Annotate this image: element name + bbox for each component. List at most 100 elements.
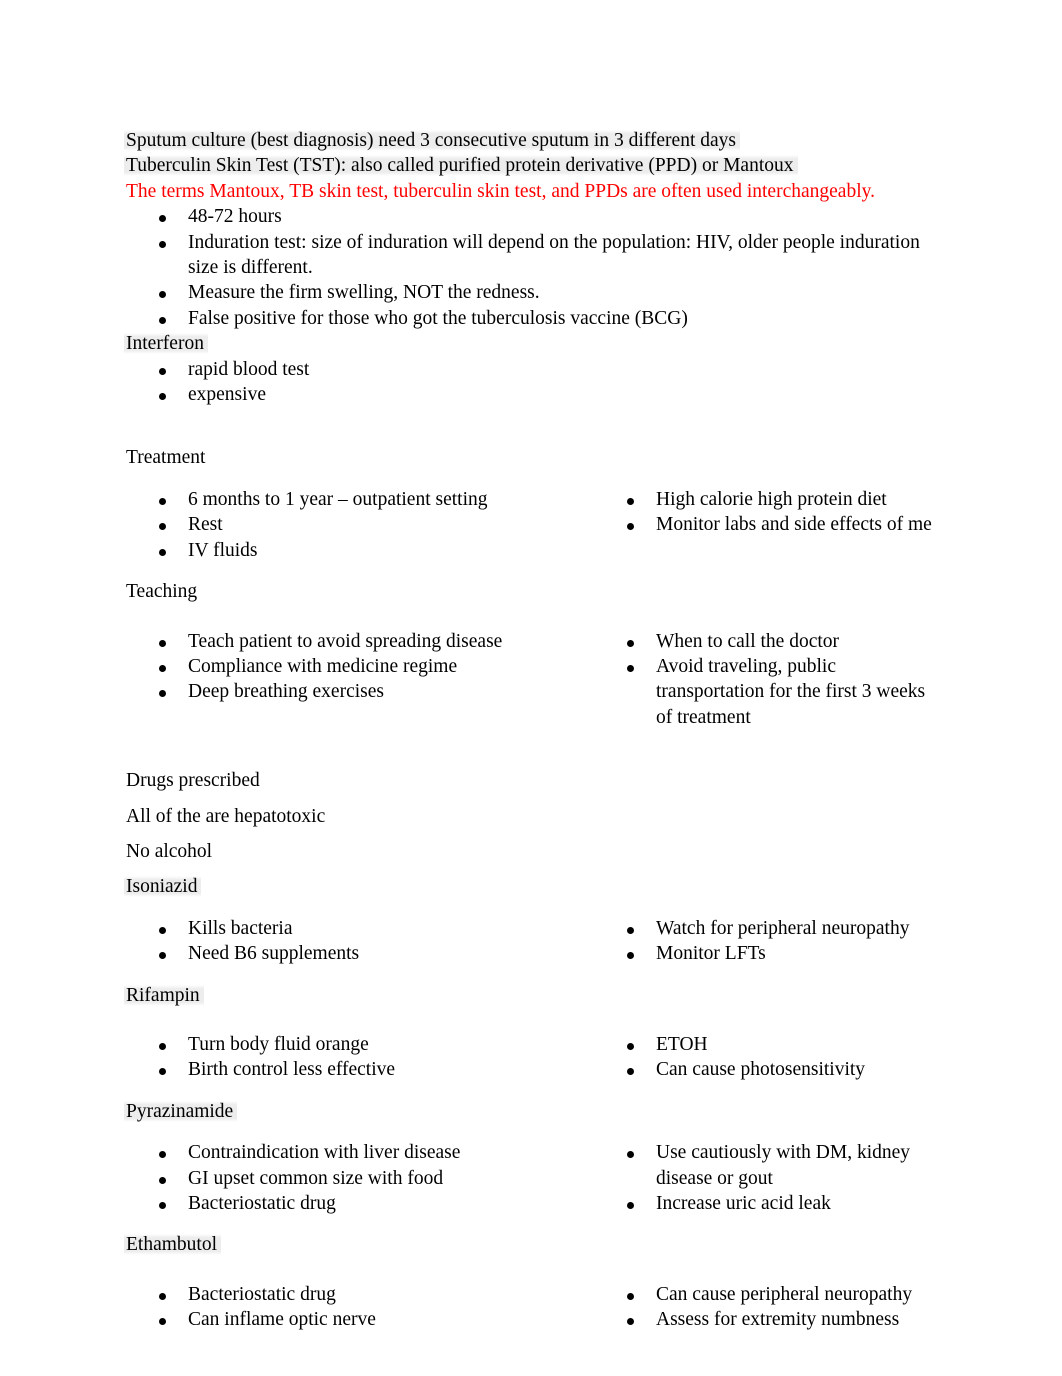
list-item: Can cause photosensitivity xyxy=(598,1057,936,1082)
list-item: 6 months to 1 year – outpatient setting xyxy=(126,487,598,512)
intro-line-tuberculin-skin-test: Tuberculin Skin Test (TST): also called … xyxy=(124,153,936,178)
list-item: Kills bacteria xyxy=(126,916,598,941)
list-item: GI upset common size with food xyxy=(126,1166,598,1191)
list-item: Avoid traveling, public transportation f… xyxy=(598,654,936,730)
list-item: Use cautiously with DM, kidney disease o… xyxy=(598,1140,936,1191)
tst-bullet-0: 48-72 hours xyxy=(188,206,282,228)
teaching-column-left: Teach patient to avoid spreading disease… xyxy=(126,629,598,705)
treatment-left-bullet-list: 6 months to 1 year – outpatient setting … xyxy=(126,487,598,563)
heading-drug-rifampin: Rifampin xyxy=(124,983,936,1008)
heading-treatment: Treatment xyxy=(126,447,206,469)
pyrazinamide-column-left: Contraindication with liver disease GI u… xyxy=(126,1140,598,1216)
list-item: IV fluids xyxy=(126,538,598,563)
heading-drug-ethambutol: Ethambutol xyxy=(124,1232,936,1257)
treatment-left-bullet-1: Rest xyxy=(188,514,223,536)
pyrazinamide-right-bullet-0: Use cautiously with DM, kidney disease o… xyxy=(656,1142,911,1189)
list-item: Measure the firm swelling, NOT the redne… xyxy=(126,280,936,305)
list-item: Bacteriostatic drug xyxy=(126,1282,598,1307)
isoniazid-left-bullet-list: Kills bacteria Need B6 supplements xyxy=(126,916,598,967)
tst-bullet-2: Measure the firm swelling, NOT the redne… xyxy=(188,282,540,304)
treatment-right-bullet-1: Monitor labs and side effects of me xyxy=(656,514,932,536)
list-item: Monitor labs and side effects of me xyxy=(598,512,936,537)
intro-line-mantoux-note: The terms Mantoux, TB skin test, tubercu… xyxy=(126,180,875,202)
teaching-column-right: When to call the doctor Avoid traveling,… xyxy=(598,629,936,731)
rifampin-columns: Turn body fluid orange Birth control les… xyxy=(126,1032,936,1083)
teaching-right-bullet-list: When to call the doctor Avoid traveling,… xyxy=(598,629,936,731)
list-item: Can inflame optic nerve xyxy=(126,1307,598,1332)
list-item: expensive xyxy=(126,382,936,407)
intro-paragraph-block: Sputum culture (best diagnosis) need 3 c… xyxy=(124,128,936,204)
heading-drug-isoniazid: Isoniazid xyxy=(124,874,936,899)
list-item: Compliance with medicine regime xyxy=(126,654,598,679)
tst-bullet-1: Induration test: size of induration will… xyxy=(188,231,920,279)
teaching-left-bullet-list: Teach patient to avoid spreading disease… xyxy=(126,629,598,705)
ethambutol-right-bullet-list: Can cause peripheral neuropathy Assess f… xyxy=(598,1282,936,1333)
list-item: False positive for those who got the tub… xyxy=(126,306,936,331)
interferon-bullet-0: rapid blood test xyxy=(188,358,310,380)
treatment-left-bullet-2: IV fluids xyxy=(188,539,258,561)
list-item: Assess for extremity numbness xyxy=(598,1307,936,1332)
pyrazinamide-right-bullet-list: Use cautiously with DM, kidney disease o… xyxy=(598,1140,936,1216)
teaching-left-bullet-1: Compliance with medicine regime xyxy=(188,655,458,677)
isoniazid-left-bullet-0: Kills bacteria xyxy=(188,917,293,939)
heading-drug-rifampin-text: Rifampin xyxy=(124,984,204,1006)
heading-drug-pyrazinamide-text: Pyrazinamide xyxy=(124,1100,238,1122)
intro-line-tuberculin-skin-test-text: Tuberculin Skin Test (TST): also called … xyxy=(124,155,798,177)
ethambutol-right-bullet-1: Assess for extremity numbness xyxy=(656,1309,900,1331)
pyrazinamide-column-right: Use cautiously with DM, kidney disease o… xyxy=(598,1140,936,1216)
list-item: Induration test: size of induration will… xyxy=(126,230,936,281)
isoniazid-columns: Kills bacteria Need B6 supplements Watch… xyxy=(126,916,936,967)
isoniazid-column-right: Watch for peripheral neuropathy Monitor … xyxy=(598,916,936,967)
list-item: Can cause peripheral neuropathy xyxy=(598,1282,936,1307)
heading-drug-isoniazid-text: Isoniazid xyxy=(124,876,202,898)
ethambutol-column-right: Can cause peripheral neuropathy Assess f… xyxy=(598,1282,936,1333)
list-item: Need B6 supplements xyxy=(126,941,598,966)
treatment-left-bullet-0: 6 months to 1 year – outpatient setting xyxy=(188,488,488,510)
rifampin-left-bullet-list: Turn body fluid orange Birth control les… xyxy=(126,1032,598,1083)
teaching-right-bullet-1: Avoid traveling, public transportation f… xyxy=(656,655,926,728)
note-no-alcohol: No alcohol xyxy=(126,840,213,862)
document-body: Sputum culture (best diagnosis) need 3 c… xyxy=(124,128,936,1333)
ethambutol-column-left: Bacteriostatic drug Can inflame optic ne… xyxy=(126,1282,598,1333)
teaching-left-bullet-0: Teach patient to avoid spreading disease xyxy=(188,630,503,652)
list-item: Rest xyxy=(126,512,598,537)
pyrazinamide-left-bullet-2: Bacteriostatic drug xyxy=(188,1193,336,1214)
interferon-bullet-list: rapid blood test expensive xyxy=(126,357,936,408)
list-item: Watch for peripheral neuropathy xyxy=(598,916,936,941)
list-item: Teach patient to avoid spreading disease xyxy=(126,629,598,654)
interferon-bullet-1: expensive xyxy=(188,384,266,406)
rifampin-right-bullet-list: ETOH Can cause photosensitivity xyxy=(598,1032,936,1083)
pyrazinamide-left-bullet-1: GI upset common size with food xyxy=(188,1167,444,1189)
rifampin-column-right: ETOH Can cause photosensitivity xyxy=(598,1032,936,1083)
teaching-right-bullet-0: When to call the doctor xyxy=(656,630,840,652)
note-all-hepatotoxic: All of the are hepatotoxic xyxy=(126,805,326,827)
list-item: When to call the doctor xyxy=(598,629,936,654)
ethambutol-left-bullet-list: Bacteriostatic drug Can inflame optic ne… xyxy=(126,1282,598,1333)
intro-line-sputum-culture: Sputum culture (best diagnosis) need 3 c… xyxy=(124,128,936,153)
list-item: rapid blood test xyxy=(126,357,936,382)
intro-line-sputum-culture-text: Sputum culture (best diagnosis) need 3 c… xyxy=(124,130,740,151)
pyrazinamide-left-bullet-list: Contraindication with liver disease GI u… xyxy=(126,1140,598,1216)
list-item: Contraindication with liver disease xyxy=(126,1140,598,1165)
rifampin-left-bullet-0: Turn body fluid orange xyxy=(188,1033,369,1055)
isoniazid-right-bullet-1: Monitor LFTs xyxy=(656,943,766,965)
rifampin-left-bullet-1: Birth control less effective xyxy=(188,1059,396,1081)
isoniazid-right-bullet-list: Watch for peripheral neuropathy Monitor … xyxy=(598,916,936,967)
ethambutol-left-bullet-1: Can inflame optic nerve xyxy=(188,1309,376,1331)
pyrazinamide-right-bullet-1: Increase uric acid leak xyxy=(656,1193,831,1214)
heading-drug-ethambutol-text: Ethambutol xyxy=(124,1234,221,1256)
heading-interferon-text: Interferon xyxy=(124,333,208,355)
pyrazinamide-left-bullet-0: Contraindication with liver disease xyxy=(188,1142,461,1164)
pyrazinamide-columns: Contraindication with liver disease GI u… xyxy=(126,1140,936,1216)
